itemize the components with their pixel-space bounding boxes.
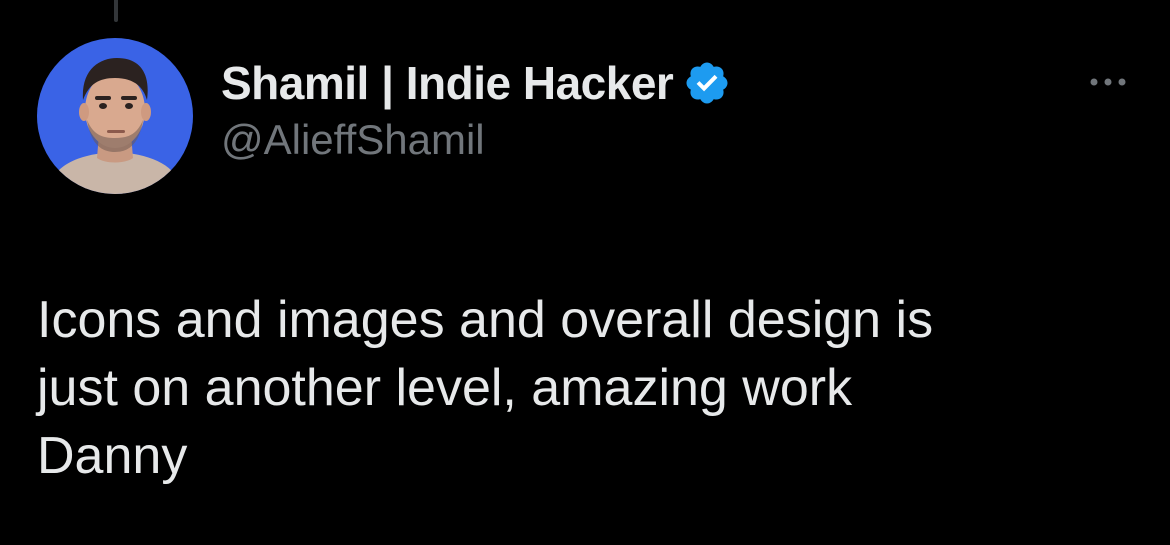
person-avatar-icon (37, 38, 193, 194)
more-options-button[interactable] (1080, 62, 1136, 102)
author-display-name[interactable]: Shamil | Indie Hacker (221, 56, 674, 110)
author-handle[interactable]: @AlieffShamil (221, 116, 731, 164)
verified-badge-icon[interactable] (683, 59, 731, 107)
author-info: Shamil | Indie Hacker @AlieffShamil (221, 54, 731, 164)
author-name-row: Shamil | Indie Hacker (221, 54, 731, 112)
tweet[interactable]: Shamil | Indie Hacker @AlieffShamil Icon… (0, 0, 1170, 545)
more-horizontal-icon (1090, 78, 1126, 86)
tweet-text: Icons and images and overall design is j… (37, 291, 934, 485)
avatar[interactable] (37, 38, 193, 194)
thread-connector-line (114, 0, 118, 22)
